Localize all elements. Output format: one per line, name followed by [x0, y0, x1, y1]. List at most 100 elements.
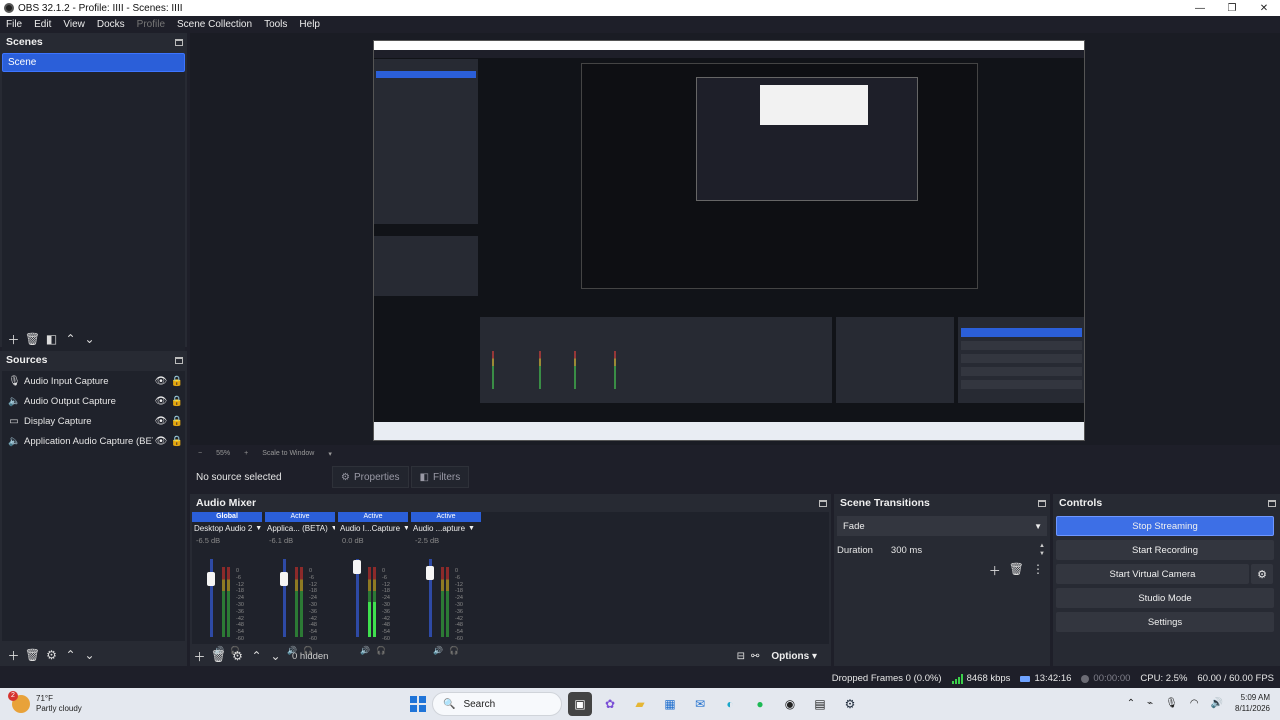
lock-icon[interactable]: 🔒 — [169, 416, 185, 427]
volume-fader-handle[interactable] — [207, 572, 215, 586]
start-recording-button[interactable]: Start Recording — [1056, 540, 1274, 560]
remove-source-button[interactable]: 🗑 — [209, 647, 228, 665]
move-up-button[interactable]: ⌃ — [247, 647, 266, 665]
scene-item[interactable]: Scene — [2, 53, 185, 72]
gear-icon[interactable]: ⚙ — [228, 647, 247, 665]
lock-icon[interactable]: 🔒 — [169, 396, 185, 407]
move-source-down-button[interactable]: ⌄ — [80, 646, 99, 664]
remove-source-button[interactable]: 🗑 — [23, 646, 42, 664]
menu-scene-collection[interactable]: Scene Collection — [171, 19, 258, 30]
stop-streaming-button[interactable]: Stop Streaming — [1056, 516, 1274, 536]
meter-tick: -18 — [236, 588, 244, 595]
undock-icon[interactable] — [175, 38, 183, 46]
network-icon[interactable]: ⌁ — [1147, 698, 1153, 709]
remove-transition-button[interactable]: 🗑 — [1009, 562, 1024, 579]
add-source-button[interactable]: ＋ — [4, 646, 23, 664]
meter-tick: -54 — [455, 629, 463, 636]
advanced-audio-icon[interactable]: ⚯ — [751, 651, 759, 662]
mixer-options-button[interactable]: Options ▾ — [765, 651, 823, 662]
menu-view[interactable]: View — [57, 19, 91, 30]
menu-help[interactable]: Help — [293, 19, 326, 30]
remove-scene-button[interactable]: 🗑 — [23, 330, 42, 348]
menu-docks[interactable]: Docks — [91, 19, 131, 30]
chevron-down-icon[interactable]: ▾ — [328, 450, 332, 458]
wifi-icon[interactable]: ◠ — [1190, 698, 1199, 709]
task-view-icon[interactable]: ▣ — [568, 692, 592, 716]
add-source-button[interactable]: ＋ — [190, 647, 209, 665]
duration-input[interactable]: 300 ms — [886, 540, 1037, 560]
volume-icon[interactable]: 🔊 — [1211, 698, 1223, 709]
source-item-audio-input[interactable]: 🎙 Audio Input Capture 👁 🔒 — [2, 371, 185, 391]
source-item-app-audio[interactable]: 🔈 Application Audio Capture (BETA) 👁 🔒 — [2, 431, 185, 451]
spotify-icon[interactable]: ● — [748, 692, 772, 716]
meter-tick: -30 — [236, 601, 244, 608]
move-down-button[interactable]: ⌄ — [266, 647, 285, 665]
steam-icon[interactable]: ⚙ — [838, 692, 862, 716]
scene-filters-button[interactable]: ◧ — [42, 330, 61, 348]
volume-fader-handle[interactable] — [353, 560, 361, 574]
source-item-display-capture[interactable]: ▭ Display Capture 👁 🔒 — [2, 411, 185, 431]
transition-select[interactable]: Fade ▼ — [837, 516, 1047, 536]
windows-start-icon[interactable] — [410, 696, 426, 712]
source-properties-button[interactable]: ⚙ — [42, 646, 61, 664]
channel-name[interactable]: Desktop Audio 2 ▼ — [192, 522, 262, 535]
close-button[interactable]: ✕ — [1248, 3, 1280, 14]
duration-stepper[interactable]: ▲ ▼ — [1037, 542, 1047, 558]
eye-icon[interactable]: 👁 — [153, 396, 169, 407]
taskbar-search[interactable]: 🔍 Search — [432, 692, 562, 716]
menu-tools[interactable]: Tools — [258, 19, 293, 30]
outlook-icon[interactable]: ✉ — [688, 692, 712, 716]
eye-icon[interactable]: 👁 — [153, 376, 169, 387]
store-icon[interactable]: ▦ — [658, 692, 682, 716]
menu-profile[interactable]: Profile — [131, 19, 171, 30]
volume-fader-handle[interactable] — [280, 572, 288, 586]
edge-icon[interactable]: ◐ — [718, 692, 742, 716]
more-options-icon[interactable]: ⋮ — [1032, 562, 1044, 579]
virtual-camera-settings-button[interactable]: ⚙ — [1251, 564, 1273, 584]
lock-icon[interactable]: 🔒 — [169, 436, 185, 447]
volume-fader[interactable] — [283, 559, 286, 637]
microphone-icon[interactable]: 🎙 — [1165, 698, 1178, 709]
zoom-out-button[interactable]: − — [198, 450, 202, 457]
add-transition-button[interactable]: ＋ — [989, 562, 1001, 579]
level-meter — [446, 567, 449, 637]
undock-icon[interactable] — [175, 356, 183, 364]
settings-button[interactable]: Settings — [1056, 612, 1274, 632]
meter-tick: -24 — [455, 595, 463, 602]
maximize-button[interactable]: ❐ — [1216, 3, 1248, 14]
menu-edit[interactable]: Edit — [28, 19, 57, 30]
lock-icon[interactable]: 🔒 — [169, 376, 185, 387]
terminal-icon[interactable]: ▤ — [808, 692, 832, 716]
move-source-up-button[interactable]: ⌃ — [61, 646, 80, 664]
volume-fader[interactable] — [210, 559, 213, 637]
undock-icon[interactable] — [1268, 499, 1276, 507]
zoom-in-button[interactable]: + — [244, 450, 248, 457]
filters-button[interactable]: ◧ Filters — [410, 466, 470, 488]
filters-label: Filters — [433, 471, 461, 483]
channel-name[interactable]: Applica... (BETA) ▼ — [265, 522, 335, 535]
volume-fader-handle[interactable] — [426, 566, 434, 580]
scale-mode-select[interactable]: Scale to Window — [262, 450, 314, 457]
menu-file[interactable]: File — [0, 19, 28, 30]
studio-mode-button[interactable]: Studio Mode — [1056, 588, 1274, 608]
chevron-up-icon[interactable]: ⌃ — [1127, 698, 1135, 709]
obs-taskbar-icon[interactable]: ◉ — [778, 692, 802, 716]
undock-icon[interactable] — [819, 499, 827, 507]
undock-icon[interactable] — [1038, 499, 1046, 507]
channel-name[interactable]: Audio I...Capture ▼ — [338, 522, 408, 535]
move-scene-down-button[interactable]: ⌄ — [80, 330, 99, 348]
weather-widget[interactable]: 2 71°F Partly cloudy — [0, 691, 200, 714]
start-virtual-camera-button[interactable]: Start Virtual Camera — [1056, 564, 1249, 584]
channel-name[interactable]: Audio ...apture ▼ — [411, 522, 481, 535]
minimize-button[interactable]: — — [1184, 3, 1216, 14]
file-explorer-icon[interactable]: ▰ — [628, 692, 652, 716]
move-scene-up-button[interactable]: ⌃ — [61, 330, 80, 348]
eye-icon[interactable]: 👁 — [153, 436, 169, 447]
source-item-audio-output[interactable]: 🔈 Audio Output Capture 👁 🔒 — [2, 391, 185, 411]
taskbar-clock[interactable]: 5:09 AM 8/11/2026 — [1235, 692, 1270, 714]
properties-button[interactable]: ⚙ Properties — [332, 466, 409, 488]
copilot-icon[interactable]: ✿ — [598, 692, 622, 716]
add-scene-button[interactable]: ＋ — [4, 330, 23, 348]
eye-icon[interactable]: 👁 — [153, 416, 169, 427]
layout-toggle-icon[interactable]: ⊟ — [737, 651, 745, 662]
